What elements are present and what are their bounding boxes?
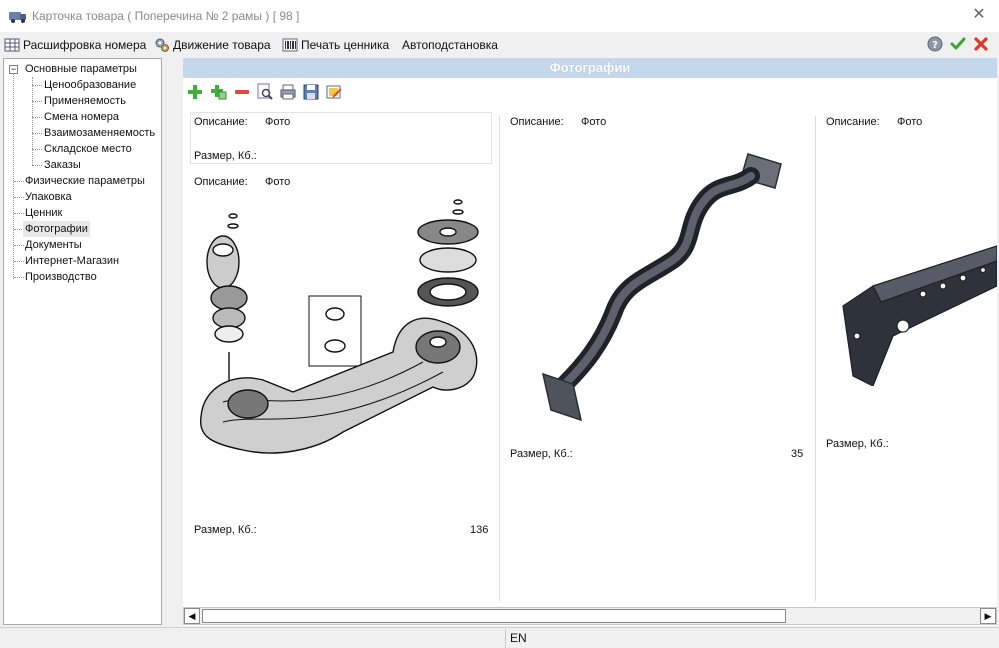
auto-substitution-label: Автоподстановка bbox=[402, 38, 498, 52]
scroll-thumb[interactable] bbox=[202, 609, 786, 623]
photo-card-1-desc-label: Описание: bbox=[194, 176, 248, 188]
add-copy-icon[interactable] bbox=[210, 83, 228, 101]
truck-app-icon bbox=[9, 12, 26, 23]
help-icon[interactable]: ? bbox=[927, 36, 943, 52]
barcode-icon bbox=[282, 38, 298, 52]
decode-number-label: Расшифровка номера bbox=[23, 38, 147, 52]
navigation-tree: − Основные параметры Ценообразование При… bbox=[3, 58, 162, 625]
photo-card-3-size-label: Размер, Кб.: bbox=[826, 438, 889, 450]
remove-icon[interactable] bbox=[233, 83, 251, 101]
photo-card-2-desc-label: Описание: bbox=[510, 116, 564, 128]
keyboard-language-indicator: EN bbox=[505, 629, 999, 648]
photo-toolbar bbox=[183, 80, 997, 104]
photo-card-2-desc-value[interactable]: Фото bbox=[581, 116, 606, 128]
title-bar: Карточка товара ( Поперечина № 2 рамы ) … bbox=[0, 0, 999, 32]
photo-card-1-desc-value[interactable]: Фото bbox=[265, 176, 290, 188]
photo-card-3-desc-value[interactable]: Фото bbox=[897, 116, 922, 128]
photo-card-1-header-desc-value[interactable]: Фото bbox=[265, 116, 290, 128]
card-separator-1 bbox=[499, 116, 500, 601]
photo-card-3-desc-label: Описание: bbox=[826, 116, 880, 128]
tree-item-packaging[interactable]: Упаковка bbox=[23, 189, 74, 205]
photo-3-frame-crossmember-image[interactable] bbox=[833, 206, 997, 386]
table-icon bbox=[4, 38, 20, 52]
photo-1-crossmember-drawing-image[interactable] bbox=[193, 192, 489, 464]
scroll-left-button[interactable]: ◀ bbox=[184, 608, 200, 624]
auto-substitution-button[interactable]: Автоподстановка bbox=[402, 36, 498, 54]
photo-cards-strip: Описание: Фото Размер, Кб.: Описание: Фо… bbox=[183, 106, 997, 606]
print-price-tag-button[interactable]: Печать ценника bbox=[282, 36, 389, 54]
photo-card-2-size-label: Размер, Кб.: bbox=[510, 448, 573, 460]
tree-item-orders[interactable]: Заказы bbox=[42, 157, 83, 173]
photo-card-1-header-size-label: Размер, Кб.: bbox=[194, 150, 257, 162]
confirm-check-icon[interactable] bbox=[950, 36, 966, 52]
tree-item-main-params[interactable]: Основные параметры bbox=[23, 61, 139, 77]
photo-card-1-size-label: Размер, Кб.: bbox=[194, 524, 257, 536]
tree-item-pricing[interactable]: Ценообразование bbox=[42, 77, 138, 93]
photos-panel: Фотографии Описание: Фото Размер, Кб.: О… bbox=[183, 58, 997, 626]
photo-card-1-size-value: 136 bbox=[470, 524, 489, 536]
tree-item-documents[interactable]: Документы bbox=[23, 237, 84, 253]
cancel-x-icon[interactable] bbox=[973, 36, 989, 52]
status-bar: EN bbox=[0, 627, 999, 648]
window-title: Карточка товара ( Поперечина № 2 рамы ) … bbox=[32, 9, 300, 23]
photos-section-header: Фотографии bbox=[183, 58, 997, 78]
photo-card-1-header-desc-label: Описание: bbox=[194, 116, 248, 128]
horizontal-scrollbar[interactable]: ◀ ▶ bbox=[183, 607, 997, 625]
edit-icon[interactable] bbox=[325, 83, 343, 101]
print-icon[interactable] bbox=[279, 83, 297, 101]
tree-item-interchangeability[interactable]: Взаимозаменяемость bbox=[42, 125, 157, 141]
decode-number-button[interactable]: Расшифровка номера bbox=[4, 36, 146, 54]
tree-item-production[interactable]: Производство bbox=[23, 269, 99, 285]
close-window-button[interactable]: ✕ bbox=[969, 4, 989, 26]
photo-2-crossmember-image[interactable] bbox=[513, 134, 809, 434]
main-toolbar: Расшифровка номера Движение товара Печат… bbox=[0, 32, 999, 56]
tree-item-price-tag[interactable]: Ценник bbox=[23, 205, 64, 221]
tree-item-number-change[interactable]: Смена номера bbox=[42, 109, 121, 125]
photo-card-2-size-value: 35 bbox=[791, 448, 804, 460]
gears-icon bbox=[155, 38, 169, 52]
preview-icon[interactable] bbox=[256, 83, 274, 101]
tree-item-warehouse-location[interactable]: Складское место bbox=[42, 141, 134, 157]
tree-collapse-toggle[interactable]: − bbox=[9, 65, 18, 74]
card-separator-2 bbox=[815, 116, 816, 601]
goods-movement-label: Движение товара bbox=[173, 38, 271, 52]
goods-movement-button[interactable]: Движение товара bbox=[154, 36, 271, 54]
tree-item-applicability[interactable]: Применяемость bbox=[42, 93, 128, 109]
scroll-right-button[interactable]: ▶ bbox=[980, 608, 996, 624]
print-price-tag-label: Печать ценника bbox=[301, 38, 390, 52]
tree-item-physical-params[interactable]: Физические параметры bbox=[23, 173, 147, 189]
tree-item-online-shop[interactable]: Интернет-Магазин bbox=[23, 253, 121, 269]
tree-item-photos[interactable]: Фотографии bbox=[23, 221, 90, 237]
svg-text:?: ? bbox=[932, 40, 938, 51]
add-icon[interactable] bbox=[186, 83, 204, 101]
save-icon[interactable] bbox=[302, 83, 320, 101]
